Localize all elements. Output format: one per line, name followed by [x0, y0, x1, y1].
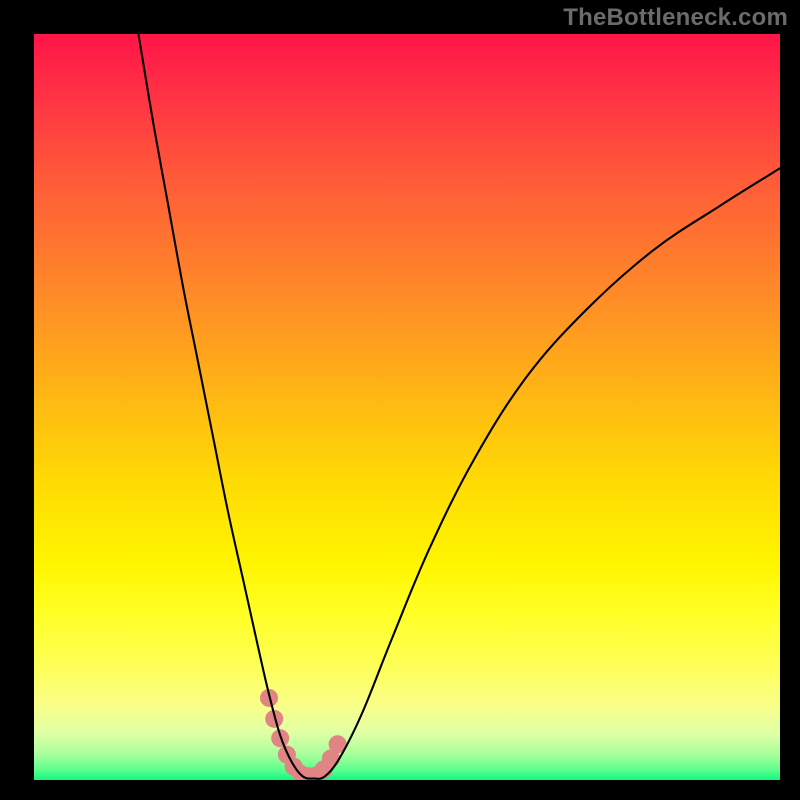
marker-cluster [260, 689, 347, 785]
bottom-border-band [34, 780, 780, 800]
watermark-text: TheBottleneck.com [563, 4, 788, 32]
plot-area [34, 34, 780, 780]
bottleneck-curve [138, 34, 780, 779]
chart-svg [34, 34, 780, 780]
chart-stage: TheBottleneck.com [0, 0, 800, 800]
